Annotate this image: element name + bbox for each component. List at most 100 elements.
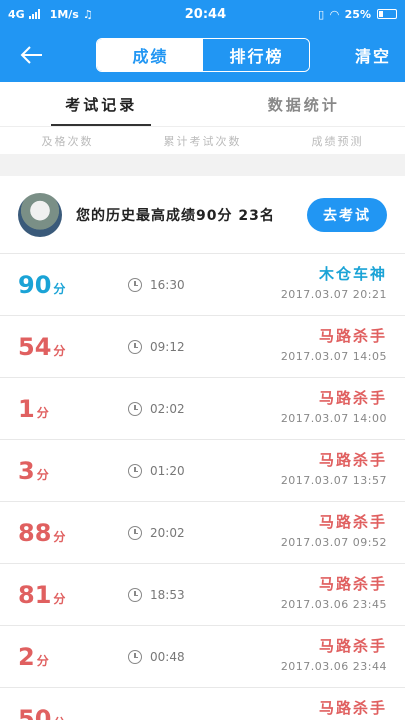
go-exam-button[interactable]: 去考试 <box>307 197 387 232</box>
clock-icon <box>128 339 142 354</box>
record-meta: 马路杀手 2017.03.06 23:45 <box>281 573 387 611</box>
record-date: 2017.03.07 14:05 <box>280 350 387 363</box>
table-row[interactable]: 88 分 20:02 马路杀手 2017.03.07 09:52 <box>0 502 405 564</box>
arrow-left-icon <box>20 46 42 64</box>
table-row[interactable]: 2 分 00:48 马路杀手 2017.03.06 23:44 <box>0 626 405 688</box>
score: 3 分 <box>18 457 128 485</box>
tab-statistics[interactable]: 数据统计 <box>203 82 405 126</box>
record-meta: 马路杀手 2017.03.07 14:00 <box>281 387 387 425</box>
duration-value: 00:48 <box>150 649 185 664</box>
tab-bar: 考试记录 数据统计 <box>0 82 405 126</box>
table-row[interactable]: 1 分 02:02 马路杀手 2017.03.07 14:00 <box>0 378 405 440</box>
record-title: 马路杀手 <box>318 513 387 531</box>
table-row[interactable]: 3 分 01:20 马路杀手 2017.03.07 13:57 <box>0 440 405 502</box>
duration: 00:48 <box>128 649 185 664</box>
record-list: 90 分 16:30 木仓车神 2017.03.07 20:21 54 分 09… <box>0 254 405 720</box>
clock-time: 20:44 <box>184 6 227 22</box>
duration: 09:12 <box>128 339 185 354</box>
score: 90 分 <box>18 271 128 299</box>
record-title: 马路杀手 <box>318 327 387 345</box>
battery-percent: 25% <box>344 7 371 21</box>
record-meta: 马路杀手 2017.03.06 23:44 <box>281 635 387 673</box>
score-value: 54 <box>18 332 52 361</box>
score: 50 分 <box>18 705 128 720</box>
record-title: 马路杀手 <box>318 389 387 407</box>
record-meta: 马路杀手 <box>319 697 387 720</box>
clock-icon <box>128 649 142 664</box>
record-title: 马路杀手 <box>318 699 387 717</box>
duration: 18:53 <box>128 587 185 602</box>
score-unit: 分 <box>53 529 66 544</box>
signal-icon <box>28 9 40 19</box>
avatar <box>18 192 62 237</box>
score-unit: 分 <box>53 714 65 720</box>
duration: 01:20 <box>128 463 185 478</box>
score: 54 分 <box>18 333 128 361</box>
best-score-text: 您的历史最高成绩90分 23名 <box>76 207 275 224</box>
duration: 16:30 <box>128 277 185 292</box>
score: 81 分 <box>18 581 128 609</box>
stat-total-count: 累计考试次数 <box>163 134 242 148</box>
clear-button[interactable]: 清空 <box>355 43 391 67</box>
segment-ranking[interactable]: 排行榜 <box>203 39 310 71</box>
record-date: 2017.03.06 23:45 <box>280 598 387 611</box>
music-icon: ♫ <box>82 7 93 21</box>
clock-icon <box>128 463 142 478</box>
record-meta: 马路杀手 2017.03.07 13:57 <box>281 449 387 487</box>
score-value: 1 <box>18 394 35 423</box>
duration-value: 20:02 <box>150 525 185 540</box>
score-value: 2 <box>18 642 35 671</box>
stat-pass-count: 及格次数 <box>41 134 94 148</box>
section-divider <box>0 154 405 176</box>
score: 2 分 <box>18 643 128 671</box>
stat-prediction: 成绩预测 <box>311 134 364 148</box>
record-meta: 木仓车神 2017.03.07 20:21 <box>281 263 387 301</box>
duration-value: 09:12 <box>150 339 185 354</box>
segment-control: 成绩 排行榜 <box>96 38 311 72</box>
wifi-icon: ◠ <box>330 7 339 21</box>
record-meta: 马路杀手 2017.03.07 09:52 <box>281 511 387 549</box>
speed-label: 1M/s <box>49 7 79 21</box>
record-title: 马路杀手 <box>318 451 387 469</box>
record-date: 2017.03.07 13:57 <box>280 474 387 487</box>
network-label: 4G <box>8 7 25 21</box>
tab-label: 数据统计 <box>267 95 340 114</box>
table-row[interactable]: 50 分 马路杀手 <box>0 688 405 720</box>
score-unit: 分 <box>53 591 66 606</box>
table-row[interactable]: 90 分 16:30 木仓车神 2017.03.07 20:21 <box>0 254 405 316</box>
record-date: 2017.03.07 20:21 <box>280 288 387 301</box>
duration-value: 01:20 <box>150 463 185 478</box>
record-title: 木仓车神 <box>318 265 387 283</box>
record-date: 2017.03.06 23:44 <box>280 660 387 673</box>
best-score-card: 您的历史最高成绩90分 23名 去考试 <box>0 176 405 254</box>
duration-value: 16:30 <box>150 277 185 292</box>
score-unit: 分 <box>36 405 49 420</box>
duration-value: 02:02 <box>150 401 185 416</box>
duration: 20:02 <box>128 525 185 540</box>
duration-value: 18:53 <box>150 587 185 602</box>
score: 88 分 <box>18 519 128 547</box>
stat-headers: 及格次数 累计考试次数 成绩预测 <box>0 126 405 154</box>
status-bar: 4G 1M/s ♫ 20:44 ▯ ◠ 25% <box>0 0 405 28</box>
tab-exam-records[interactable]: 考试记录 <box>0 82 203 126</box>
record-title: 马路杀手 <box>318 637 387 655</box>
score-value: 3 <box>18 456 35 485</box>
score-unit: 分 <box>53 343 66 358</box>
score-unit: 分 <box>36 653 49 668</box>
score-unit: 分 <box>53 281 66 296</box>
back-button[interactable] <box>12 35 52 75</box>
record-date: 2017.03.07 14:00 <box>280 412 387 425</box>
table-row[interactable]: 54 分 09:12 马路杀手 2017.03.07 14:05 <box>0 316 405 378</box>
table-row[interactable]: 81 分 18:53 马路杀手 2017.03.06 23:45 <box>0 564 405 626</box>
score-value: 50 <box>18 704 52 720</box>
score-value: 90 <box>18 270 52 299</box>
battery-icon <box>377 9 397 19</box>
score-value: 81 <box>18 580 52 609</box>
segment-scores[interactable]: 成绩 <box>97 39 204 71</box>
app-bar: 成绩 排行榜 清空 <box>0 28 405 82</box>
record-title: 马路杀手 <box>318 575 387 593</box>
record-date: 2017.03.07 09:52 <box>280 536 387 549</box>
score-value: 88 <box>18 518 52 547</box>
clock-icon <box>128 277 142 292</box>
duration: 02:02 <box>128 401 185 416</box>
